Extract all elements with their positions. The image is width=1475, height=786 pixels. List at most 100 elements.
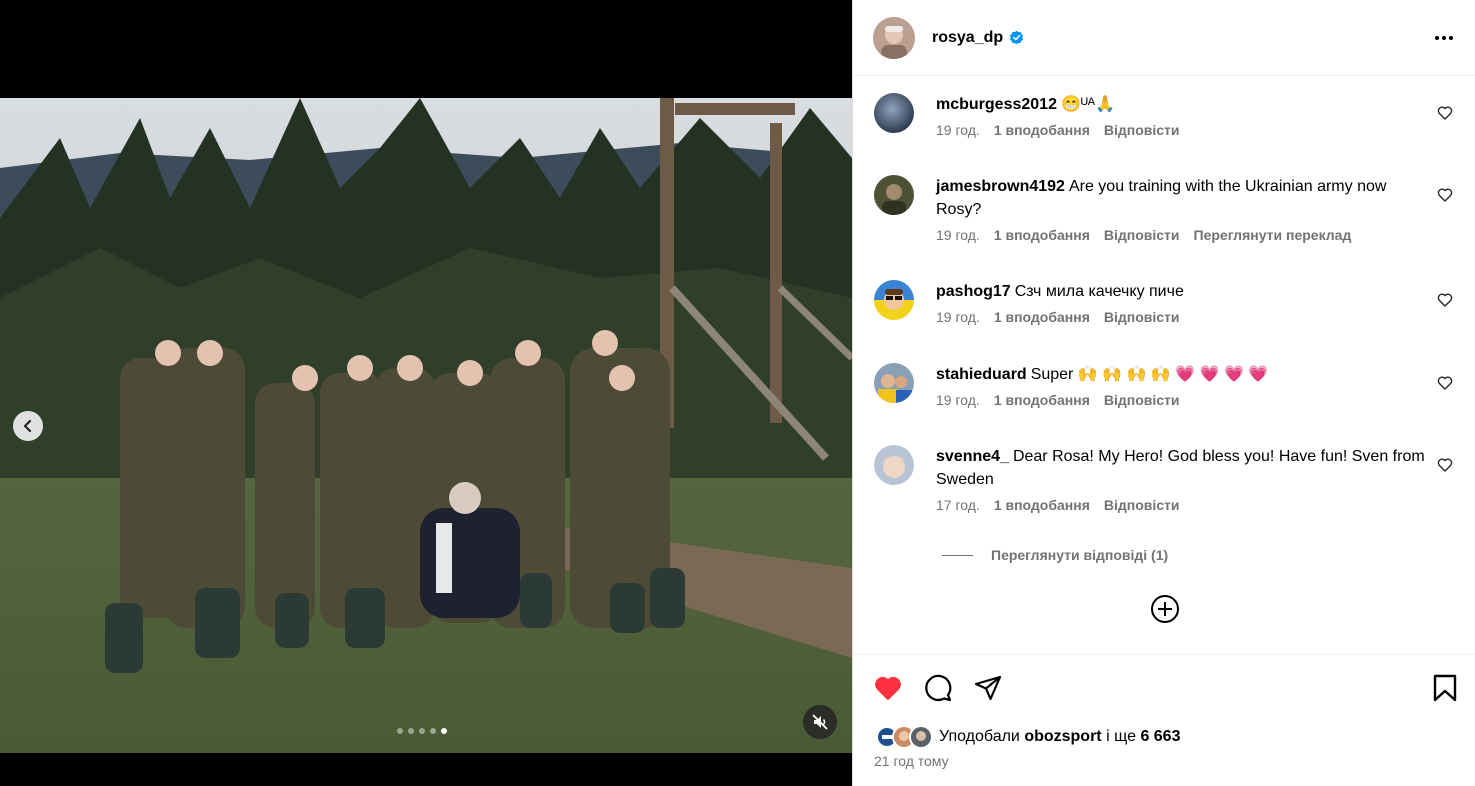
like-count[interactable]: 6 663 [1140, 728, 1180, 746]
comment-text: Super 🙌 🙌 🙌 🙌 💗 💗 💗 💗 [1030, 366, 1269, 383]
post-timestamp[interactable]: 21 год тому [874, 753, 949, 769]
photo-group-in-forest [0, 98, 852, 753]
reply-button[interactable]: Відповісти [1104, 227, 1180, 243]
comment-item: pashog17 Сзч мила качечку пиче 19 год. 1 … [874, 280, 1464, 325]
comment-time[interactable]: 19 год. [936, 122, 980, 138]
comment-time[interactable]: 19 год. [936, 227, 980, 243]
comment-meta: 19 год. 1 вподобання Відповісти Переглян… [936, 227, 1426, 243]
reply-button[interactable]: Відповісти [1104, 309, 1180, 325]
comment-likes[interactable]: 1 вподобання [994, 227, 1090, 243]
comment-body: mcburgess2012 😁ᵁᴬ🙏 19 год. 1 вподобання В… [936, 93, 1426, 138]
liked-by-prefix: Уподобали [939, 728, 1020, 745]
like-heart-icon[interactable] [873, 673, 903, 703]
post-viewer: rosya_dp mcburgess2012 😁ᵁᴬ🙏 19 год. 1 вп… [0, 0, 1475, 786]
post-photo[interactable] [0, 98, 852, 753]
post-details-panel: rosya_dp mcburgess2012 😁ᵁᴬ🙏 19 год. 1 вп… [852, 0, 1475, 786]
speaker-muted-icon [812, 714, 828, 730]
comment-likes[interactable]: 1 вподобання [994, 392, 1090, 408]
media-pane [0, 0, 852, 786]
liked-by-suffix: і ще [1106, 728, 1136, 745]
previous-slide-button[interactable] [13, 411, 43, 441]
share-paper-plane-icon[interactable] [973, 673, 1003, 703]
comment-like-heart-icon[interactable] [1437, 105, 1453, 121]
comment-meta: 19 год. 1 вподобання Відповісти [936, 309, 1426, 325]
carousel-indicator [397, 728, 447, 734]
comment-item: svenne4_ Dear Rosa! My Hero! God bless yo… [874, 445, 1464, 513]
avatar-image [874, 93, 914, 133]
reply-button[interactable]: Відповісти [1104, 122, 1180, 138]
comment-text: Сзч мила качечку пиче [1014, 283, 1184, 300]
carousel-dot-active [441, 728, 447, 734]
view-replies-button[interactable]: Переглянути відповіді (1) [942, 547, 1168, 563]
liked-by-avatars [875, 725, 933, 749]
more-dot [1442, 35, 1446, 40]
comment-body: stahieduard Super 🙌 🙌 🙌 🙌 💗 💗 💗 💗 19 год.… [936, 363, 1426, 408]
comment-likes[interactable]: 1 вподобання [994, 309, 1090, 325]
avatar-image [873, 16, 915, 59]
mute-toggle-button[interactable] [803, 705, 837, 739]
avatar-image [874, 445, 914, 485]
chevron-left-icon [23, 419, 32, 433]
author-username-row: rosya_dp [932, 29, 1024, 47]
action-buttons [873, 673, 1003, 703]
comment-likes[interactable]: 1 вподобання [994, 497, 1090, 513]
comment-bubble-icon[interactable] [923, 673, 953, 703]
carousel-dot [430, 728, 436, 734]
replies-divider [942, 554, 973, 556]
author-avatar[interactable] [873, 16, 915, 59]
comment-like-heart-icon[interactable] [1437, 187, 1453, 203]
comment-time[interactable]: 19 год. [936, 309, 980, 325]
comment-username[interactable]: jamesbrown4192 [936, 178, 1065, 195]
comment-text-row: jamesbrown4192 Are you training with the … [936, 175, 1426, 221]
comment-text-row: stahieduard Super 🙌 🙌 🙌 🙌 💗 💗 💗 💗 [936, 363, 1426, 386]
comment-body: jamesbrown4192 Are you training with the … [936, 175, 1426, 243]
carousel-dot [419, 728, 425, 734]
comment-text: Dear Rosa! My Hero! God bless you! Have … [936, 448, 1425, 488]
more-options-button[interactable] [1435, 35, 1453, 40]
commenter-avatar[interactable] [874, 363, 914, 403]
comment-body: pashog17 Сзч мила качечку пиче 19 год. 1 … [936, 280, 1426, 325]
comment-like-heart-icon[interactable] [1437, 292, 1453, 308]
commenter-avatar[interactable] [874, 445, 914, 485]
liked-by-user[interactable]: obozsport [1024, 728, 1101, 746]
verified-badge-icon [1010, 30, 1024, 45]
comment-username[interactable]: pashog17 [936, 283, 1011, 300]
commenter-avatar[interactable] [874, 175, 914, 215]
comment-meta: 17 год. 1 вподобання Відповісти [936, 497, 1426, 513]
post-actions: Уподобали obozsport і ще 6 663 21 год то… [853, 654, 1475, 786]
avatar-image [874, 175, 914, 215]
comment-likes[interactable]: 1 вподобання [994, 122, 1090, 138]
comments-list: mcburgess2012 😁ᵁᴬ🙏 19 год. 1 вподобання В… [853, 77, 1475, 654]
comment-time[interactable]: 17 год. [936, 497, 980, 513]
author-username[interactable]: rosya_dp [932, 29, 1003, 47]
comment-meta: 19 год. 1 вподобання Відповісти [936, 122, 1426, 138]
comment-item: stahieduard Super 🙌 🙌 🙌 🙌 💗 💗 💗 💗 19 год.… [874, 363, 1464, 408]
comment-item: jamesbrown4192 Are you training with the … [874, 175, 1464, 243]
avatar-image [874, 280, 914, 320]
comment-username[interactable]: mcburgess2012 [936, 96, 1057, 113]
view-replies-label: Переглянути відповіді (1) [991, 547, 1169, 563]
comment-time[interactable]: 19 год. [936, 392, 980, 408]
more-dot [1449, 35, 1453, 40]
avatar-image [911, 727, 931, 747]
reply-button[interactable]: Відповісти [1104, 497, 1180, 513]
comment-username[interactable]: svenne4_ [936, 448, 1009, 465]
comment-like-heart-icon[interactable] [1437, 457, 1453, 473]
commenter-avatar[interactable] [874, 280, 914, 320]
comment-meta: 19 год. 1 вподобання Відповісти [936, 392, 1426, 408]
carousel-dot [408, 728, 414, 734]
comment-body: svenne4_ Dear Rosa! My Hero! God bless yo… [936, 445, 1426, 513]
comment-like-heart-icon[interactable] [1437, 375, 1453, 391]
reply-button[interactable]: Відповісти [1104, 392, 1180, 408]
avatar-image [874, 363, 914, 403]
liker-avatar [909, 725, 933, 749]
comment-username[interactable]: stahieduard [936, 366, 1027, 383]
load-more-comments-icon[interactable] [1150, 594, 1180, 624]
more-dot [1435, 35, 1439, 40]
commenter-avatar[interactable] [874, 93, 914, 133]
see-translation-button[interactable]: Переглянути переклад [1194, 227, 1352, 243]
bookmark-icon[interactable] [1431, 673, 1459, 703]
comment-text-row: mcburgess2012 😁ᵁᴬ🙏 [936, 93, 1426, 116]
comment-item: mcburgess2012 😁ᵁᴬ🙏 19 год. 1 вподобання В… [874, 93, 1464, 138]
liked-by-row[interactable]: Уподобали obozsport і ще 6 663 [875, 725, 1180, 749]
